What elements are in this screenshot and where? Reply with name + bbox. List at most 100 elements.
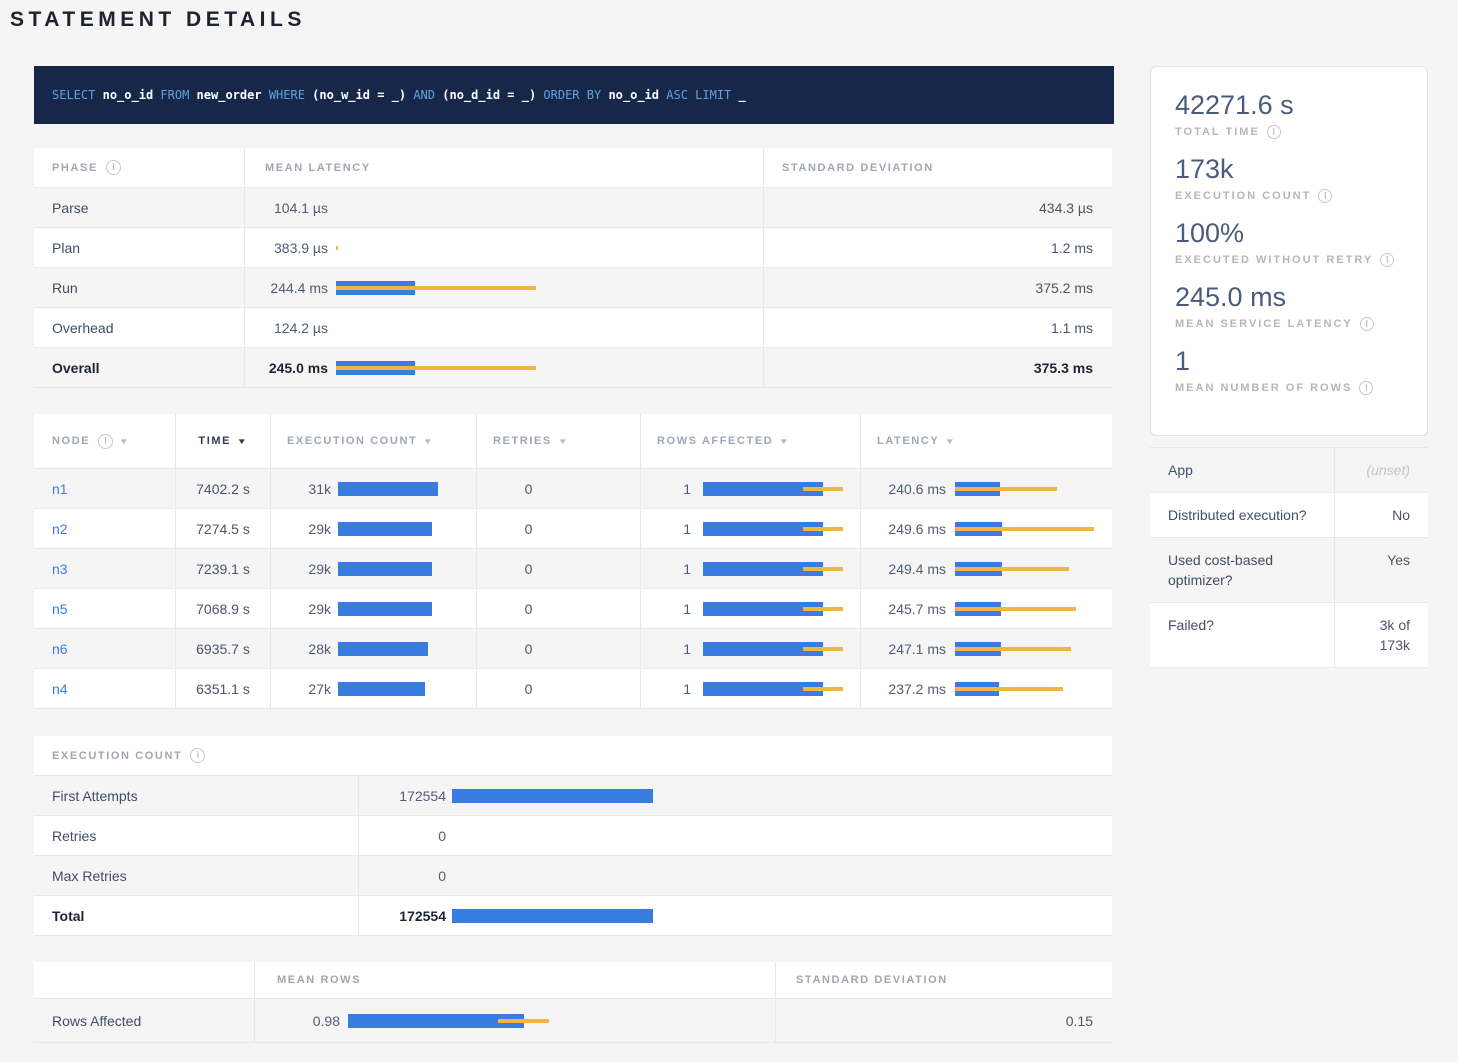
node-row: n57068.9 s29k01245.7 ms [34,589,1112,629]
mean-rows-header-label: MEAN ROWS [277,974,361,986]
standard-deviation-column-header: STANDARD DEVIATION [775,962,1112,998]
node-row: n46351.1 s27k01237.2 ms [34,669,1112,709]
phase-row: Overall245.0 ms375.3 ms [34,348,1112,388]
node-rows-affected-value: 1 [645,601,691,617]
node-table: NODE i ▼ TIME ▼ EXECUTION COUNT ▼ RETRIE… [34,414,1112,709]
execution-count-bar [452,909,1112,923]
info-icon[interactable]: i [1359,381,1373,395]
stat-label: EXECUTION COUNT [1175,190,1311,202]
info-icon[interactable]: i [1318,189,1332,203]
attribute-row: Distributed execution?No [1150,493,1428,538]
mean-latency-value: 244.4 ms [245,280,328,296]
node-link[interactable]: n4 [52,681,68,697]
node-row: n17402.2 s31k01240.6 ms [34,469,1112,509]
summary-stat: 245.0 msMEAN SERVICE LATENCYi [1175,280,1403,331]
summary-stat: 100%EXECUTED WITHOUT RETRYi [1175,216,1403,267]
node-time-value: 7274.5 s [196,521,250,537]
sort-arrow-icon: ▼ [779,437,791,446]
info-icon[interactable]: i [98,434,113,449]
execution-count-bar [338,562,476,576]
node-link[interactable]: n2 [52,521,68,537]
stat-label: MEAN NUMBER OF ROWS [1175,382,1352,394]
mean-latency-header-label: MEAN LATENCY [265,162,371,174]
sql-statement-box: SELECT no_o_id FROM new_order WHERE (no_… [34,66,1114,124]
attribute-label: Distributed execution? [1150,493,1334,537]
execution-count-bar [452,789,1112,803]
sql-keyword: FROM [160,88,189,102]
execution-count-value: 172554 [363,788,446,804]
node-execution-count-value: 29k [275,521,331,537]
node-execution-count-value: 29k [275,601,331,617]
sql-keyword: ORDER BY [543,88,601,102]
standard-deviation-header-label: STANDARD DEVIATION [796,974,948,986]
phase-name: Overall [52,360,99,376]
rows-affected-bar [703,602,860,616]
attribute-label: App [1150,448,1334,492]
info-icon[interactable]: i [190,748,205,763]
node-time-value: 6935.7 s [196,641,250,657]
sql-identifier: (no_d_id = _) [442,88,536,102]
attribute-label: Used cost-based optimizer? [1150,538,1334,602]
phase-row: Parse104.1 µs434.3 µs [34,188,1112,228]
node-latency-value: 247.1 ms [865,641,946,657]
node-execution-count-value: 28k [275,641,331,657]
phase-name: Run [52,280,78,296]
info-icon[interactable]: i [1267,125,1281,139]
sql-identifier: _ [739,88,746,102]
standard-deviation-value: 375.3 ms [1034,360,1093,376]
node-link[interactable]: n5 [52,601,68,617]
sql-identifier: new_order [197,88,262,102]
sql-identifier: (no_w_id = _) [312,88,406,102]
node-header-label: NODE [52,435,90,447]
info-icon[interactable]: i [106,160,121,175]
time-column-header[interactable]: TIME ▼ [175,414,270,468]
node-retries-value: 0 [525,521,533,537]
info-icon[interactable]: i [1380,253,1394,267]
node-time-value: 6351.1 s [196,681,250,697]
stat-value: 42271.6 s [1175,88,1403,122]
execution-count-row: Retries0 [34,816,1112,856]
phase-column-header: PHASE i [34,148,244,187]
latency-bar [955,682,1112,696]
execution-count-row-label: Total [52,908,84,924]
rows-affected-column-header[interactable]: ROWS AFFECTED ▼ [640,414,860,468]
sort-arrow-icon: ▼ [237,437,249,446]
execution-count-table-header: EXECUTION COUNT i [34,736,1112,776]
execution-count-column-header[interactable]: EXECUTION COUNT ▼ [270,414,476,468]
node-latency-value: 249.6 ms [865,521,946,537]
execution-count-table: EXECUTION COUNT i First Attempts172554Re… [34,736,1112,936]
execution-count-bar [338,482,476,496]
attribute-row: Failed?3k of 173k [1150,603,1428,668]
standard-deviation-header-label: STANDARD DEVIATION [782,162,934,174]
stat-value: 100% [1175,216,1403,250]
latency-bar [955,642,1112,656]
node-link[interactable]: n3 [52,561,68,577]
node-rows-affected-value: 1 [645,681,691,697]
node-rows-affected-value: 1 [645,481,691,497]
execution-count-row-label: Max Retries [52,868,127,884]
time-header-label: TIME [198,435,231,447]
node-retries-value: 0 [525,641,533,657]
node-column-header[interactable]: NODE i ▼ [34,414,175,468]
latency-column-header[interactable]: LATENCY ▼ [860,414,1112,468]
node-link[interactable]: n1 [52,481,68,497]
latency-header-label: LATENCY [877,435,939,447]
node-rows-affected-value: 1 [645,641,691,657]
node-latency-value: 249.4 ms [865,561,946,577]
execution-count-value: 172554 [363,908,446,924]
stat-label: TOTAL TIME [1175,126,1260,138]
info-icon[interactable]: i [1360,317,1374,331]
standard-deviation-column-header: STANDARD DEVIATION [763,148,1112,187]
execution-count-row: First Attempts172554 [34,776,1112,816]
execution-count-bar [338,642,476,656]
standard-deviation-value: 434.3 µs [1039,200,1093,216]
execution-count-header-label: EXECUTION COUNT [287,435,417,447]
retries-column-header[interactable]: RETRIES ▼ [476,414,640,468]
standard-deviation-value: 0.15 [1066,1013,1093,1029]
attribute-label: Failed? [1150,603,1334,667]
execution-count-bar [452,869,1112,883]
rows-affected-header-label: ROWS AFFECTED [657,435,773,447]
node-link[interactable]: n6 [52,641,68,657]
node-retries-value: 0 [525,481,533,497]
latency-bar [955,482,1112,496]
